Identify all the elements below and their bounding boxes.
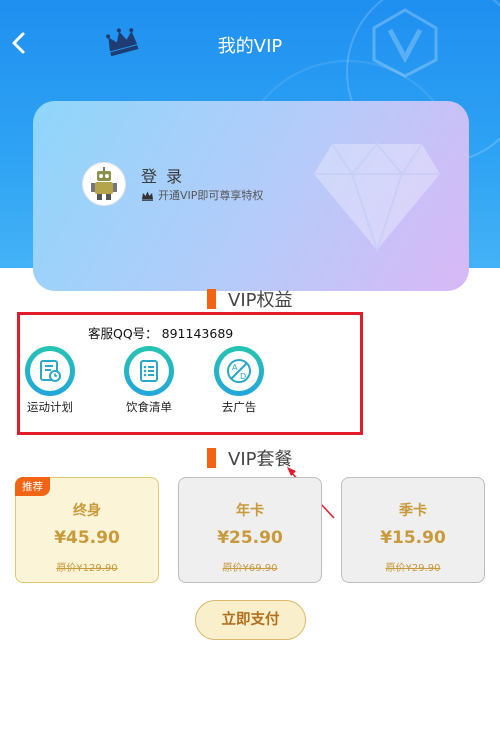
benefits-title: VIP权益 — [228, 290, 293, 311]
customer-service-qq: 客服QQ号： 891143689 — [88, 326, 234, 341]
page-title: 我的VIP — [217, 36, 283, 57]
package-price: ¥45.90 — [54, 528, 120, 548]
package-original-price: 原价¥29.90 — [385, 563, 441, 574]
package-original-price: 原价¥129.90 — [56, 563, 118, 574]
sport-plan-icon — [40, 360, 61, 382]
login-link[interactable]: 登 录 — [141, 163, 184, 187]
package-name: 终身 — [73, 503, 101, 519]
benefit-label: 运动计划 — [27, 400, 73, 414]
heading-marker — [207, 448, 216, 468]
package-original-price: 原价¥69.90 — [222, 563, 278, 574]
benefit-label: 去广告 — [221, 400, 257, 414]
diamond-icon — [314, 142, 440, 252]
benefit-remove-ads[interactable]: A D 去广告 — [199, 346, 279, 415]
packages-heading: VIP套餐 — [207, 445, 292, 471]
heading-marker — [207, 289, 216, 309]
package-price: ¥25.90 — [217, 528, 283, 548]
package-yearly[interactable]: 年卡 ¥25.90 原价¥69.90 — [178, 477, 322, 583]
small-crown-icon — [142, 191, 153, 201]
package-name: 季卡 — [399, 503, 427, 519]
package-lifetime[interactable]: 推荐 终身 ¥45.90 原价¥129.90 — [15, 477, 159, 583]
robot-avatar-icon[interactable] — [82, 162, 126, 206]
diet-list-icon — [140, 360, 158, 382]
vip-tip-text: 开通VIP即可尊享特权 — [158, 189, 264, 202]
benefits-heading: VIP权益 — [207, 286, 292, 312]
recommended-badge: 推荐 — [15, 477, 50, 496]
svg-text:A: A — [232, 363, 238, 372]
benefit-diet-list[interactable]: 饮食清单 — [109, 346, 189, 415]
remove-ads-icon: A D — [227, 359, 251, 383]
vip-tip: 开通VIP即可尊享特权 — [141, 187, 263, 203]
package-price: ¥15.90 — [380, 528, 446, 548]
packages-title: VIP套餐 — [228, 449, 293, 470]
benefit-label: 饮食清单 — [126, 400, 172, 414]
package-quarterly[interactable]: 季卡 ¥15.90 原价¥29.90 — [341, 477, 485, 583]
benefit-sport-plan[interactable]: 运动计划 — [10, 346, 90, 415]
package-name: 年卡 — [236, 503, 264, 519]
svg-text:D: D — [240, 372, 246, 381]
pay-now-button[interactable]: 立即支付 — [195, 600, 306, 640]
